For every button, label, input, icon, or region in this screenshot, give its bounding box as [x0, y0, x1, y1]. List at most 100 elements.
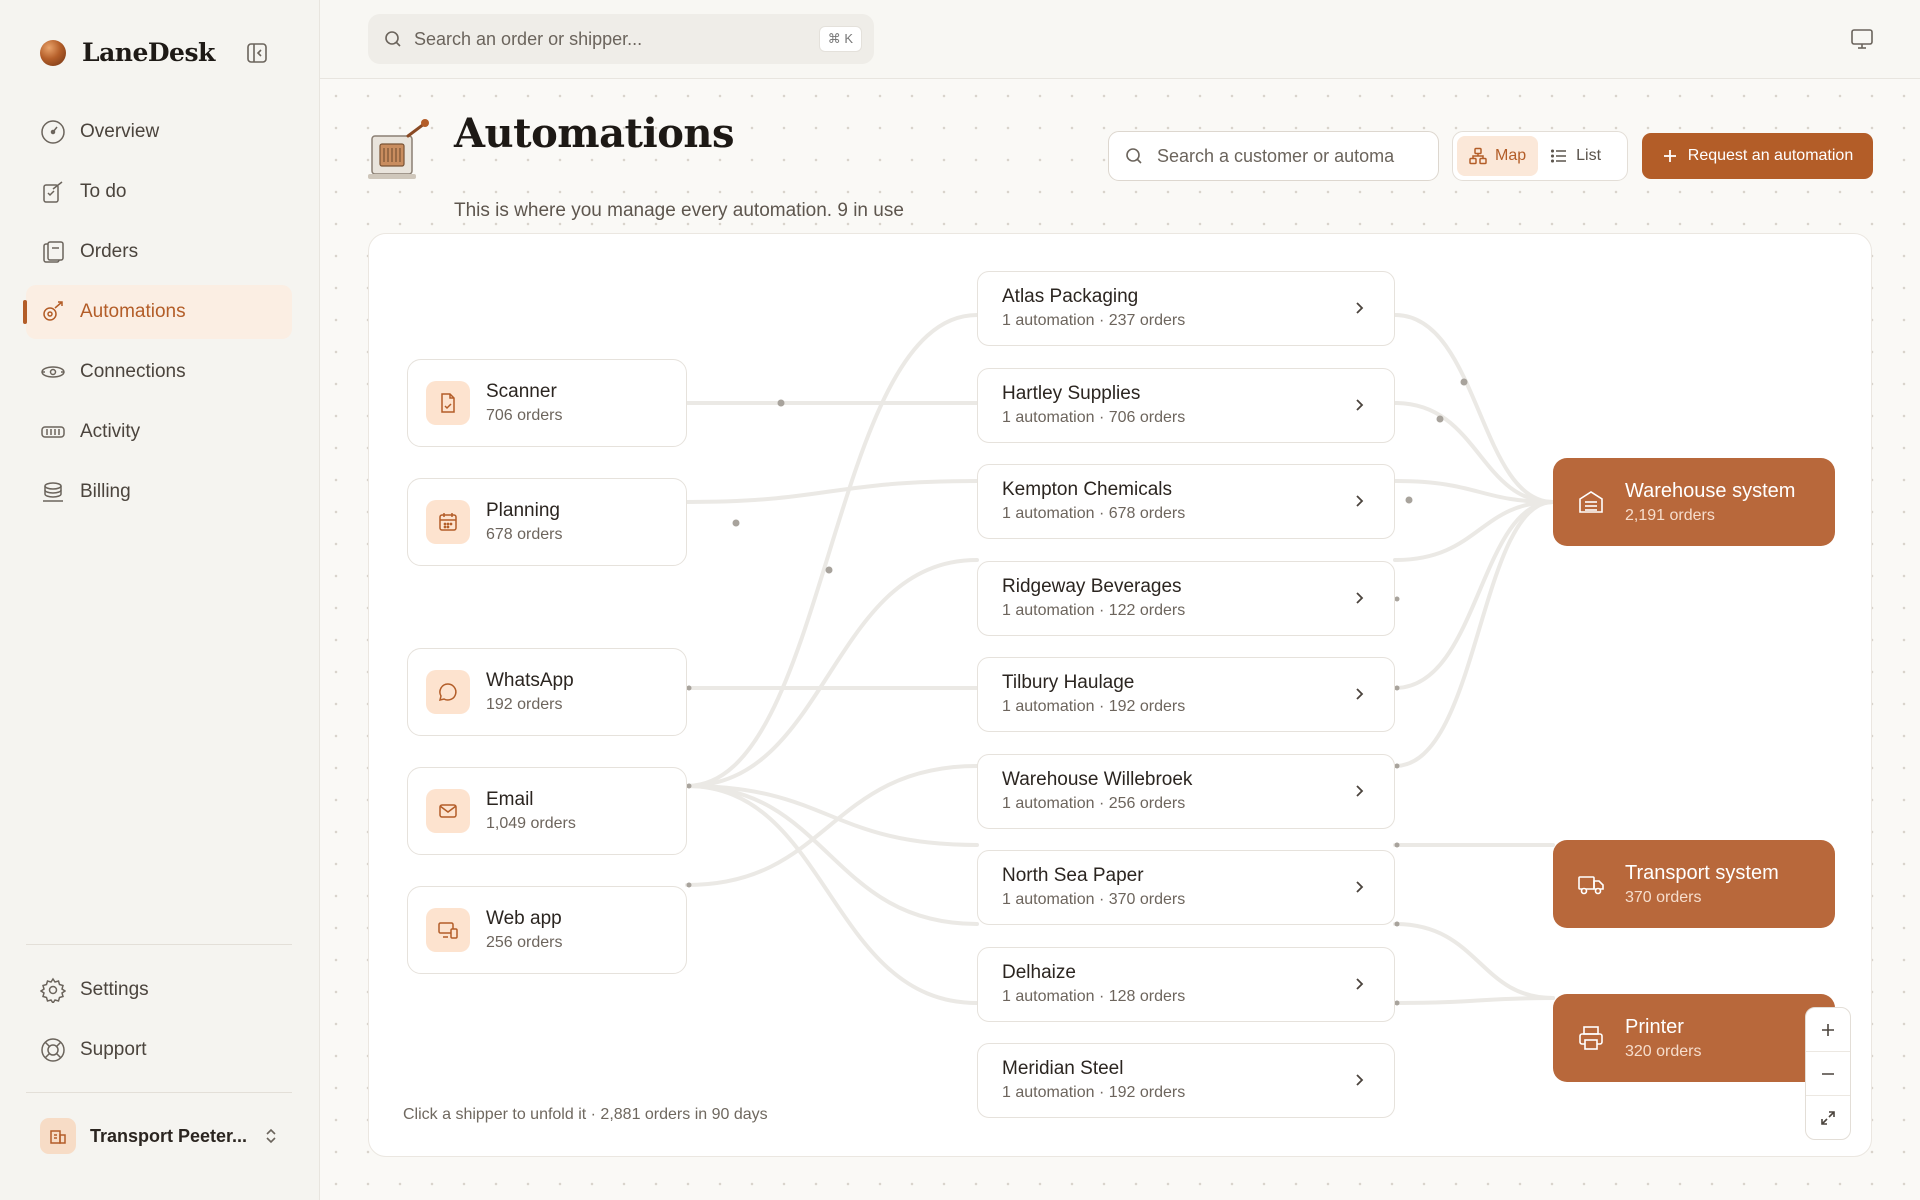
flow-dot	[732, 519, 740, 527]
flow-dot	[1436, 415, 1444, 423]
customer-detail: 1 automation · 706 orders	[1002, 409, 1186, 426]
wire-willebroek-warehouse	[1393, 500, 1555, 768]
source-node-webapp[interactable]: Web app 256 orders	[407, 886, 687, 974]
sidebar-item-label: Settings	[80, 979, 149, 1000]
sidebar-item-label: Activity	[80, 421, 141, 442]
zoom-out-button[interactable]	[1806, 1052, 1850, 1096]
destination-node-transport-system[interactable]: Transport system 370 orders	[1553, 840, 1835, 928]
hierarchy-icon	[1469, 147, 1487, 165]
order-search-input[interactable]: Search an order or shipper... ⌘ K	[368, 14, 874, 64]
gear-icon	[40, 977, 66, 1003]
destination-orders: 370 orders	[1625, 888, 1702, 906]
customer-name: Kempton Chemicals	[1002, 479, 1173, 500]
customer-name: Meridian Steel	[1002, 1058, 1124, 1079]
sidebar-item-label: Automations	[80, 301, 186, 322]
chevron-right-icon	[1356, 978, 1364, 990]
sidebar-item-support[interactable]: Support	[26, 1023, 292, 1077]
wire-delhaize-printer	[1393, 922, 1555, 1000]
chevron-right-icon	[1356, 785, 1364, 797]
customer-node-delhaize[interactable]: Delhaize 1 automation · 128 orders	[977, 947, 1395, 1022]
source-node-whatsapp[interactable]: WhatsApp 192 orders	[407, 648, 687, 736]
automation-map-canvas[interactable]: Scanner 706 orders Planning 678 orders Wha…	[368, 233, 1872, 1157]
sidebar-divider	[26, 944, 292, 945]
customer-detail: 1 automation · 192 orders	[1002, 1084, 1186, 1101]
customer-node-hartley-supplies[interactable]: Hartley Supplies 1 automation · 706 orde…	[977, 368, 1395, 443]
source-name: Planning	[486, 500, 560, 521]
automations-icon	[43, 301, 63, 321]
sidebar-item-orders[interactable]: Orders	[26, 225, 292, 279]
customer-node-north-sea-paper[interactable]: North Sea Paper 1 automation · 370 order…	[977, 850, 1395, 925]
flow-dot	[1460, 378, 1468, 386]
destination-name: Printer	[1625, 1015, 1684, 1038]
workspace-switcher[interactable]: Transport Peeter...	[26, 1110, 292, 1162]
monitor-icon[interactable]	[1850, 28, 1874, 50]
source-node-email[interactable]: Email 1,049 orders	[407, 767, 687, 855]
brand-logo	[40, 39, 66, 66]
sidebar-item-label: To do	[80, 181, 127, 202]
sidebar-item-label: Overview	[80, 121, 160, 142]
customer-node-warehouse-willebroek[interactable]: Warehouse Willebroek 1 automation · 256 …	[977, 754, 1395, 829]
sidebar-item-connections[interactable]: Connections	[26, 345, 292, 399]
destination-node-warehouse-system[interactable]: Warehouse system 2,191 orders	[1553, 458, 1835, 546]
zoom-in-button[interactable]	[1806, 1008, 1850, 1052]
customer-detail: 1 automation · 122 orders	[1002, 602, 1186, 619]
customer-node-ridgeway-beverages[interactable]: Ridgeway Beverages 1 automation · 122 or…	[977, 561, 1395, 636]
wire-email-ridgeway	[685, 558, 979, 788]
wire-tilbury-warehouse	[1393, 500, 1555, 690]
sidebar-item-automations[interactable]: Automations	[23, 285, 292, 339]
main-content: Automations This is where you manage eve…	[320, 80, 1920, 1200]
chevron-right-icon	[1356, 688, 1364, 700]
customer-node-tilbury-haulage[interactable]: Tilbury Haulage 1 automation · 192 order…	[977, 657, 1395, 732]
topbar: Search an order or shipper... ⌘ K	[320, 0, 1920, 79]
flow-dot	[686, 783, 692, 789]
calendar-icon	[426, 500, 470, 544]
source-node-planning[interactable]: Planning 678 orders	[407, 478, 687, 566]
workspace-name: Transport Peeter...	[90, 1125, 248, 1146]
map-view-button[interactable]: Map	[1457, 136, 1539, 176]
destination-node-printer[interactable]: Printer 320 orders	[1553, 994, 1835, 1082]
sidebar-item-billing[interactable]: Billing	[26, 465, 292, 519]
customer-detail: 1 automation · 678 orders	[1002, 505, 1186, 522]
flow-dot	[1394, 596, 1400, 602]
flow-dot	[1394, 1000, 1400, 1006]
chevron-right-icon	[1356, 881, 1364, 893]
lifebuoy-icon	[41, 1038, 65, 1062]
expand-icon	[1821, 1111, 1835, 1125]
customer-node-atlas-packaging[interactable]: Atlas Packaging 1 automation · 237 order…	[977, 271, 1395, 346]
flow-dot	[1394, 842, 1400, 848]
source-name: WhatsApp	[486, 670, 574, 691]
warehouse-icon	[1579, 491, 1603, 513]
automation-search-input[interactable]: Search a customer or automa	[1108, 131, 1439, 181]
customer-node-kempton-chemicals[interactable]: Kempton Chemicals 1 automation · 678 ord…	[977, 464, 1395, 539]
source-name: Email	[486, 789, 534, 810]
chevron-right-icon	[1356, 495, 1364, 507]
page-title: Automations	[454, 110, 734, 157]
building-icon	[40, 1118, 76, 1154]
wire-webapp-willebroek	[685, 764, 979, 887]
source-name: Scanner	[486, 381, 557, 402]
search-icon	[1126, 148, 1142, 164]
customer-node-meridian-steel[interactable]: Meridian Steel 1 automation · 192 orders	[977, 1043, 1395, 1118]
collapse-sidebar-icon[interactable]	[246, 42, 268, 64]
orders-icon	[43, 241, 64, 263]
customer-detail: 1 automation · 128 orders	[1002, 988, 1186, 1005]
fit-view-button[interactable]	[1806, 1096, 1850, 1140]
list-view-button[interactable]: List	[1538, 136, 1613, 176]
source-orders: 678 orders	[486, 526, 563, 543]
sidebar-item-todo[interactable]: To do	[26, 165, 292, 219]
sidebar-item-overview[interactable]: Overview	[26, 105, 292, 159]
canvas-hint: Click a shipper to unfold it · 2,881 ord…	[403, 1106, 768, 1123]
connections-icon	[41, 366, 65, 378]
devices-icon	[426, 908, 470, 952]
request-automation-button[interactable]: Request an automation	[1642, 133, 1873, 179]
request-automation-label: Request an automation	[1687, 147, 1854, 164]
plus-icon	[1822, 1023, 1834, 1036]
chat-icon	[426, 670, 470, 714]
flow-dot	[1394, 685, 1400, 691]
source-node-scanner[interactable]: Scanner 706 orders	[407, 359, 687, 447]
sidebar-item-activity[interactable]: Activity	[26, 405, 292, 459]
brand[interactable]: LaneDesk	[40, 38, 215, 67]
billing-icon	[43, 482, 63, 502]
sidebar-item-settings[interactable]: Settings	[26, 963, 292, 1017]
chevron-right-icon	[1356, 592, 1364, 604]
